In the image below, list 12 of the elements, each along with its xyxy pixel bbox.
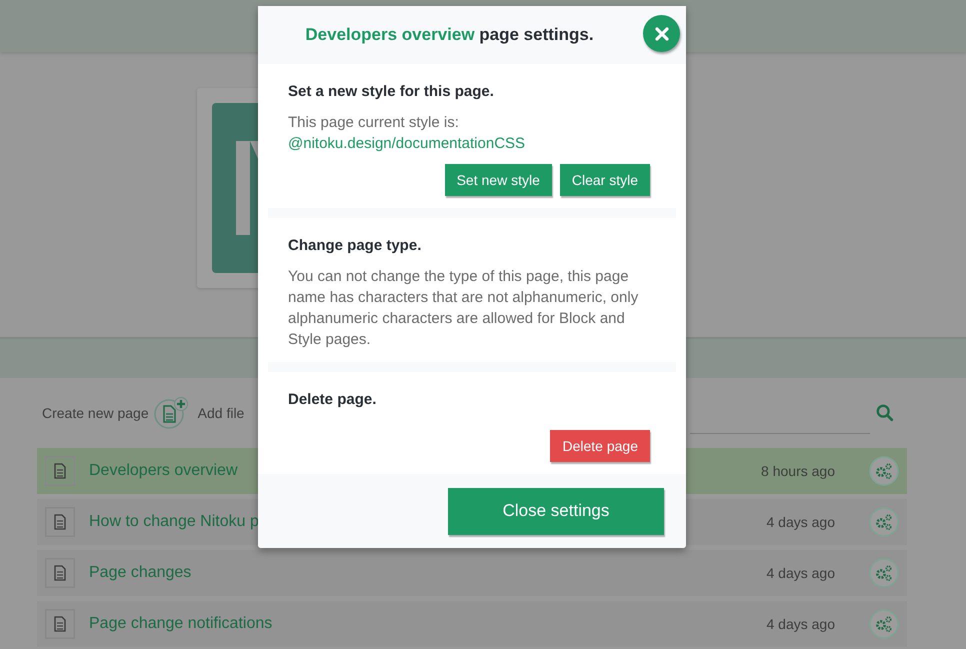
add-file-label: Add file [198, 405, 244, 421]
page-time: 8 hours ago [761, 463, 835, 479]
dialog-title: Developers overview page settings. [305, 25, 594, 46]
section-heading: Change page type. [288, 237, 422, 254]
create-page-label: Create new page [42, 405, 149, 421]
section-text: This page current style is: [288, 113, 460, 134]
page-time: 4 days ago [766, 514, 835, 530]
section-heading: Delete page. [288, 391, 378, 408]
page-time: 4 days ago [766, 565, 835, 581]
section-text: You can not change the type of this page, this page name has characters that are not alphanumeric, only alphanumeric characters are allowed for Block and Style pages. [288, 267, 640, 350]
page-time: 4 days ago [766, 616, 835, 632]
section-heading: Set a new style for this page. [288, 83, 495, 100]
